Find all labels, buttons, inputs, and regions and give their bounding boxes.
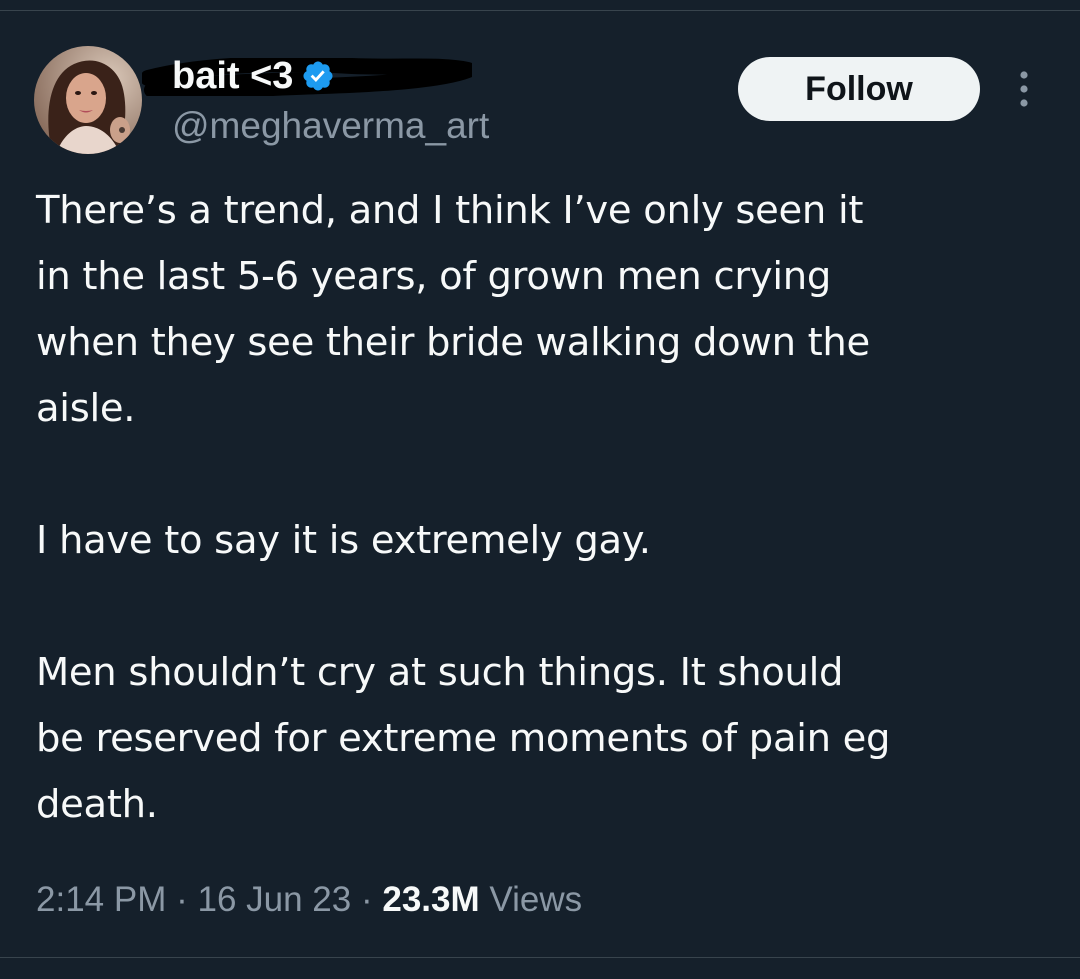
tweet-time[interactable]: 2:14 PM [36,880,166,919]
profile-photo-icon [34,46,142,154]
meta-separator: · [360,880,373,919]
more-vertical-icon [1020,71,1028,107]
top-divider [0,10,1080,11]
tweet-text: There’s a trend, and I think I’ve only s… [36,188,891,827]
views-label[interactable]: Views [489,880,582,919]
author-info: bait <3 @meghaverma_art [142,48,489,146]
follow-button[interactable]: Follow [738,57,980,121]
author-name-row[interactable]: bait <3 [142,48,489,104]
tweet-meta: 2:14 PM · 16 Jun 23 · 23.3M Views [36,872,582,928]
author-handle[interactable]: @meghaverma_art [172,106,489,146]
views-count[interactable]: 23.3M [382,880,479,919]
bottom-divider [0,957,1080,958]
author-display-name[interactable]: bait <3 [172,48,293,104]
verified-badge-icon [303,61,333,91]
meta-separator: · [176,880,188,919]
tweet-date[interactable]: 16 Jun 23 [197,880,351,919]
author-avatar[interactable] [34,46,142,154]
more-options-button[interactable] [1004,66,1044,112]
